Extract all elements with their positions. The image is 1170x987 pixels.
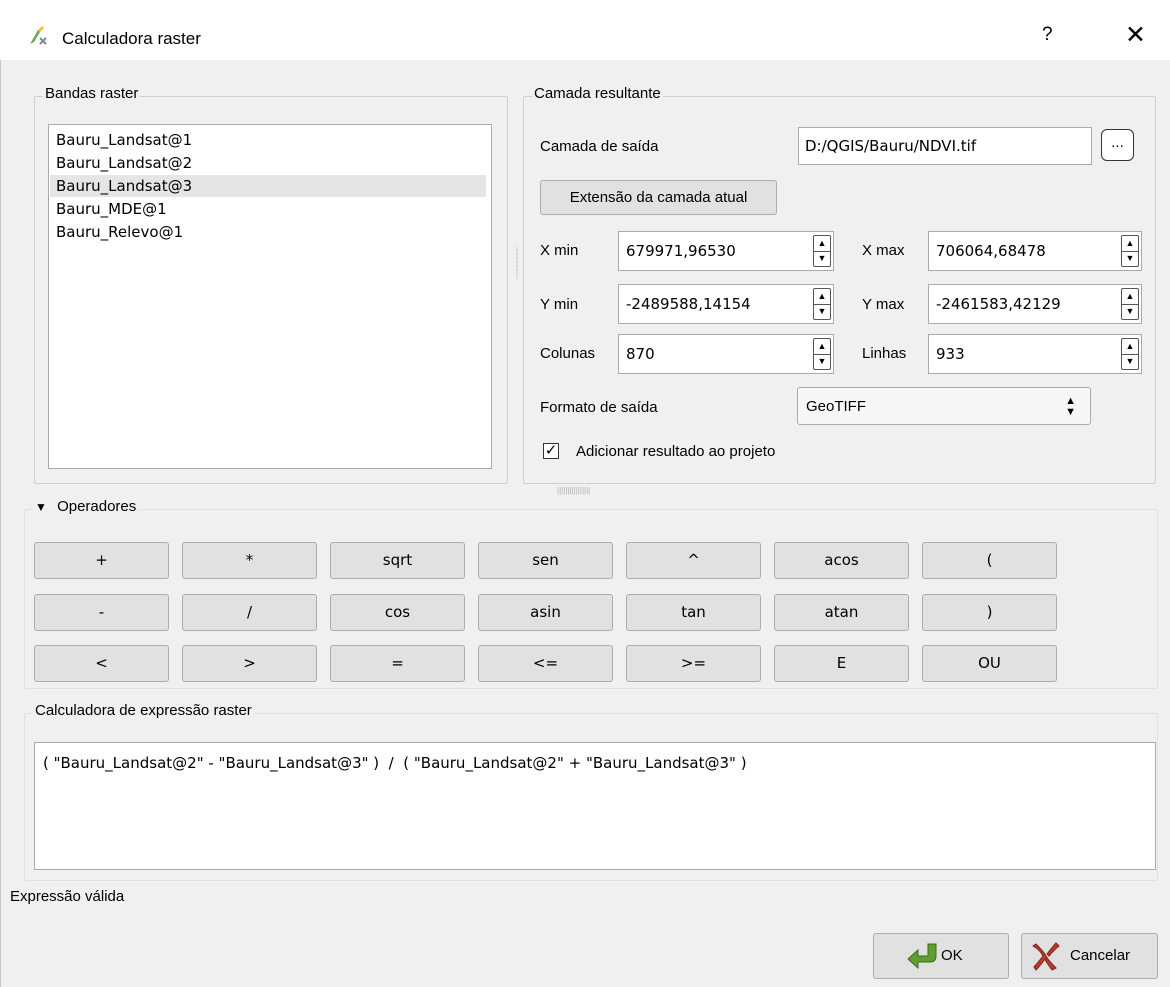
operators-group-title: Operadores [57, 498, 137, 515]
operator-equals-button[interactable]: = [330, 645, 465, 682]
status-text: Expressão válida [10, 888, 125, 905]
arrow-down-icon[interactable]: ▼ [1122, 354, 1138, 369]
arrow-up-icon[interactable]: ▲ [814, 236, 830, 252]
xmax-value: 706064,68478 [936, 242, 1046, 260]
operator-and-button[interactable]: E [774, 645, 909, 682]
operator-sqrt-button[interactable]: sqrt [330, 542, 465, 579]
operator-greater-than-button[interactable]: > [182, 645, 317, 682]
operator-atan-button[interactable]: atan [774, 594, 909, 631]
xmax-stepper[interactable]: ▲ ▼ [1121, 235, 1139, 267]
arrow-up-icon[interactable]: ▲ [814, 339, 830, 355]
cancel-x-icon [1032, 942, 1060, 971]
operator-acos-button[interactable]: acos [774, 542, 909, 579]
close-button[interactable]: ✕ [1125, 20, 1146, 50]
list-item[interactable]: Bauru_Relevo@1 [56, 221, 183, 243]
ymax-label: Y max [862, 296, 905, 313]
current-extent-button[interactable]: Extensão da camada atual [540, 180, 777, 215]
ymin-label: Y min [540, 296, 579, 313]
ok-label: OK [941, 947, 963, 964]
format-label: Formato de saída [540, 399, 658, 416]
arrow-down-icon[interactable]: ▼ [814, 304, 830, 319]
columns-label: Colunas [540, 345, 596, 362]
arrow-up-icon[interactable]: ▲ [814, 289, 830, 305]
output-layer-field[interactable]: D:/QGIS/Bauru/NDVI.tif [798, 127, 1092, 165]
arrow-up-icon[interactable]: ▲ [1122, 339, 1138, 355]
splitter-handle[interactable]: ⋮ ⋮ ⋮ ⋮ ⋮ ⋮ ⋮ ⋮ [513, 246, 521, 282]
columns-stepper[interactable]: ▲ ▼ [813, 338, 831, 370]
arrow-down-icon[interactable]: ▼ [814, 251, 830, 266]
list-item[interactable]: Bauru_Landsat@1 [56, 129, 192, 151]
ymax-value: -2461583,42129 [936, 295, 1061, 313]
operator-or-button[interactable]: OU [922, 645, 1057, 682]
operator-close-paren-button[interactable]: ) [922, 594, 1057, 631]
bands-group-title: Bandas raster [43, 85, 141, 102]
xmin-spinbox[interactable]: 679971,96530 ▲ ▼ [618, 231, 834, 271]
columns-value: 870 [626, 345, 655, 363]
ymax-stepper[interactable]: ▲ ▼ [1121, 288, 1139, 320]
splitter-handle-horizontal[interactable]: |||||||||||||||| [557, 486, 590, 495]
operator-open-paren-button[interactable]: ( [922, 542, 1057, 579]
operator-plus-button[interactable]: + [34, 542, 169, 579]
operator-divide-button[interactable]: / [182, 594, 317, 631]
format-value: GeoTIFF [806, 398, 867, 415]
operator-less-than-button[interactable]: < [34, 645, 169, 682]
operator-sin-button[interactable]: sen [478, 542, 613, 579]
arrow-up-icon[interactable]: ▲ [1122, 289, 1138, 305]
xmax-label: X max [862, 242, 905, 259]
add-to-project-checkbox[interactable]: ✓ [543, 443, 559, 459]
ymin-stepper[interactable]: ▲ ▼ [813, 288, 831, 320]
list-item[interactable]: Bauru_Landsat@2 [56, 152, 192, 174]
rows-value: 933 [936, 345, 965, 363]
ok-arrow-icon [907, 943, 937, 970]
xmin-label: X min [540, 242, 579, 259]
ymax-spinbox[interactable]: -2461583,42129 ▲ ▼ [928, 284, 1142, 324]
output-layer-label: Camada de saída [540, 138, 659, 155]
operator-multiply-button[interactable]: * [182, 542, 317, 579]
list-item[interactable]: Bauru_MDE@1 [56, 198, 167, 220]
arrow-up-icon[interactable]: ▲ [1122, 236, 1138, 252]
rows-stepper[interactable]: ▲ ▼ [1121, 338, 1139, 370]
arrow-down-icon[interactable]: ▼ [1122, 304, 1138, 319]
operator-minus-button[interactable]: - [34, 594, 169, 631]
bands-list[interactable]: Bauru_Landsat@1 Bauru_Landsat@2 Bauru_La… [48, 124, 492, 469]
operator-greater-equal-button[interactable]: >= [626, 645, 761, 682]
xmin-stepper[interactable]: ▲ ▼ [813, 235, 831, 267]
title-bar: Calculadora raster ? ✕ [0, 0, 1170, 60]
result-group-title: Camada resultante [532, 85, 663, 102]
xmax-spinbox[interactable]: 706064,68478 ▲ ▼ [928, 231, 1142, 271]
ymin-spinbox[interactable]: -2489588,14154 ▲ ▼ [618, 284, 834, 324]
window-border [0, 60, 1, 987]
expression-editor[interactable]: ( "Bauru_Landsat@2" - "Bauru_Landsat@3" … [34, 742, 1156, 870]
window-title: Calculadora raster [62, 29, 201, 48]
add-to-project-label[interactable]: Adicionar resultado ao projeto [576, 443, 775, 460]
operator-asin-button[interactable]: asin [478, 594, 613, 631]
select-arrows-icon: ▲ ▼ [1065, 395, 1076, 418]
expression-text: ( "Bauru_Landsat@2" - "Bauru_Landsat@3" … [43, 754, 747, 772]
operator-cos-button[interactable]: cos [330, 594, 465, 631]
cancel-button[interactable]: Cancelar [1021, 933, 1158, 979]
operator-less-equal-button[interactable]: <= [478, 645, 613, 682]
arrow-down-icon[interactable]: ▼ [1122, 251, 1138, 266]
operator-power-button[interactable]: ^ [626, 542, 761, 579]
list-item-selected[interactable]: Bauru_Landsat@3 [50, 175, 486, 197]
collapse-triangle-icon[interactable]: ▼ [35, 500, 47, 514]
operator-tan-button[interactable]: tan [626, 594, 761, 631]
calculator-icon [30, 26, 47, 45]
xmin-value: 679971,96530 [626, 242, 736, 260]
arrow-down-icon[interactable]: ▼ [814, 354, 830, 369]
ymin-value: -2489588,14154 [626, 295, 751, 313]
columns-spinbox[interactable]: 870 ▲ ▼ [618, 334, 834, 374]
ok-button[interactable]: OK [873, 933, 1009, 979]
format-select[interactable]: GeoTIFF ▲ ▼ [797, 387, 1091, 425]
help-button[interactable]: ? [1042, 24, 1053, 46]
rows-spinbox[interactable]: 933 ▲ ▼ [928, 334, 1142, 374]
expression-group-title: Calculadora de expressão raster [33, 702, 254, 719]
rows-label: Linhas [862, 345, 907, 362]
browse-button[interactable]: ... [1101, 129, 1134, 161]
cancel-label: Cancelar [1070, 947, 1131, 964]
operators-group-header[interactable]: ▼ Operadores [33, 498, 139, 515]
